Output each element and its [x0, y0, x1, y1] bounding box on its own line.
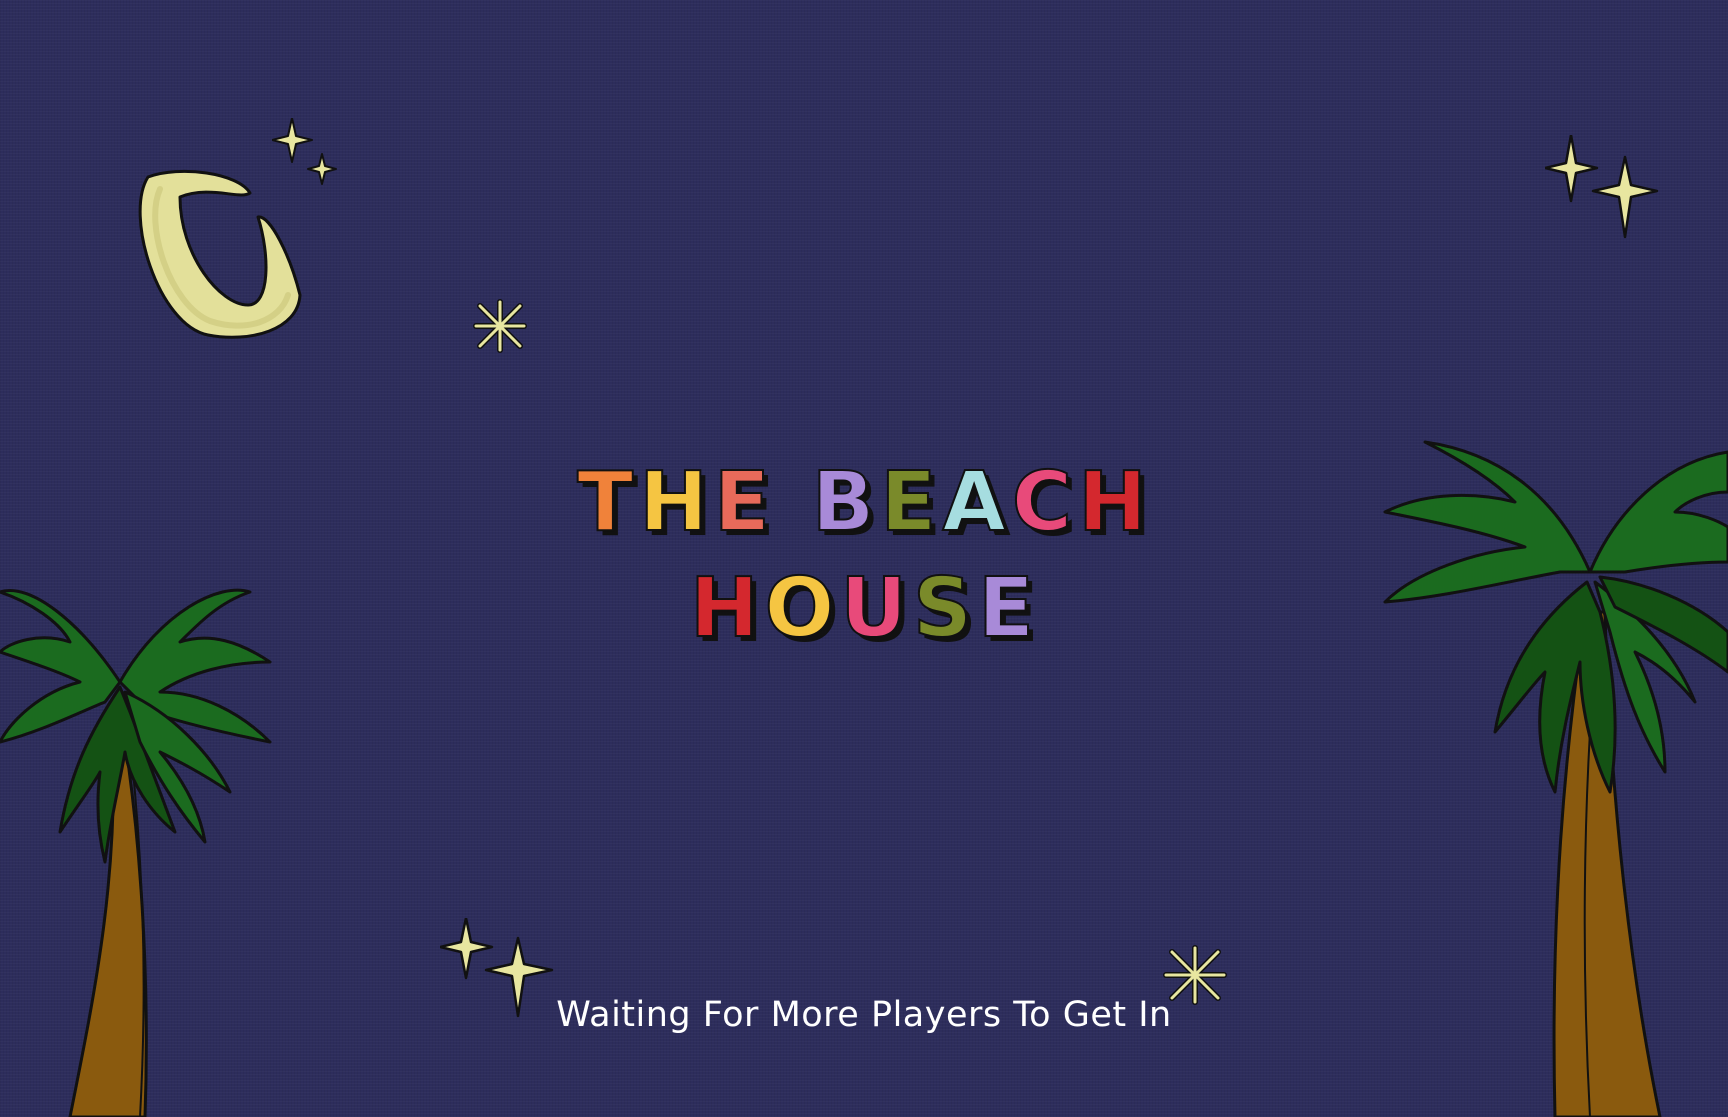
- title-letter: T: [576, 455, 638, 550]
- title-letter: A: [941, 455, 1010, 550]
- game-lobby-scene: THE BEACH HOUSE Waiting For More Players…: [0, 0, 1728, 1117]
- game-title-line-1: THE BEACH: [0, 455, 1728, 550]
- sparkle-star-icon: [272, 118, 337, 185]
- title-letter: H: [689, 561, 763, 656]
- title-letter: S: [912, 561, 976, 656]
- palm-tree-icon: [0, 588, 272, 1117]
- sparkle-star-icon: [1545, 135, 1659, 239]
- waiting-status-text: Waiting For More Players To Get In: [556, 995, 1172, 1035]
- title-letter: E: [879, 455, 941, 550]
- title-letter: H: [1077, 455, 1151, 550]
- title-letter: U: [839, 561, 911, 656]
- title-letter: [776, 462, 810, 544]
- title-letter: H: [638, 455, 712, 550]
- title-letter: E: [977, 561, 1039, 656]
- title-letter: E: [713, 455, 774, 550]
- title-letter: C: [1011, 455, 1077, 550]
- game-title-line-2: HOUSE: [0, 561, 1728, 656]
- starburst-icon: [473, 299, 527, 353]
- title-letter: O: [764, 561, 839, 656]
- title-letter: B: [811, 455, 879, 550]
